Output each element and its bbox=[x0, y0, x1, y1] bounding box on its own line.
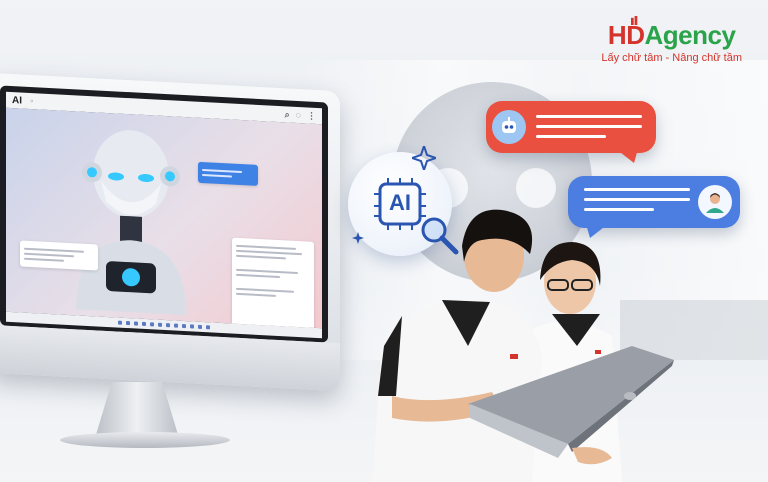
monitor-screen: AI ◦ ⌕ ◌ ⋮ bbox=[0, 85, 328, 343]
browser-tab-icon: ◦ bbox=[30, 95, 34, 107]
monitor-chat-bubble-1 bbox=[198, 161, 258, 186]
hero-banner: HDAgency Lấy chữ tâm - Nâng chữ tầm AI ◦… bbox=[0, 0, 768, 482]
logo-mark-icon bbox=[631, 16, 638, 25]
monitor-base bbox=[60, 432, 230, 448]
brand-logo: HDAgency Lấy chữ tâm - Nâng chữ tầm bbox=[601, 16, 742, 64]
logo-agency-text: Agency bbox=[644, 20, 736, 50]
search-icon[interactable]: ⌕ bbox=[285, 109, 290, 120]
person-avatar-icon bbox=[698, 185, 732, 219]
monitor-chat-bubble-3 bbox=[232, 237, 314, 329]
sparkle-icon bbox=[412, 146, 436, 170]
brand-tagline: Lấy chữ tâm - Nâng chữ tầm bbox=[601, 52, 742, 64]
chat-bubble-bot bbox=[486, 101, 656, 163]
sparkle-small-icon bbox=[352, 232, 364, 244]
settings-icon[interactable]: ◌ bbox=[296, 109, 301, 120]
browser-ai-logo: AI bbox=[12, 94, 22, 107]
desktop-monitor: AI ◦ ⌕ ◌ ⋮ bbox=[0, 72, 340, 392]
humanoid-robot-illustration bbox=[76, 130, 186, 316]
students-with-laptop-photo bbox=[372, 209, 674, 482]
monitor-stand bbox=[95, 382, 179, 436]
monitor-chat-bubble-2 bbox=[20, 240, 98, 271]
more-icon[interactable]: ⋮ bbox=[307, 110, 316, 121]
browser-viewport bbox=[6, 107, 322, 329]
robot-avatar-icon bbox=[492, 110, 526, 144]
